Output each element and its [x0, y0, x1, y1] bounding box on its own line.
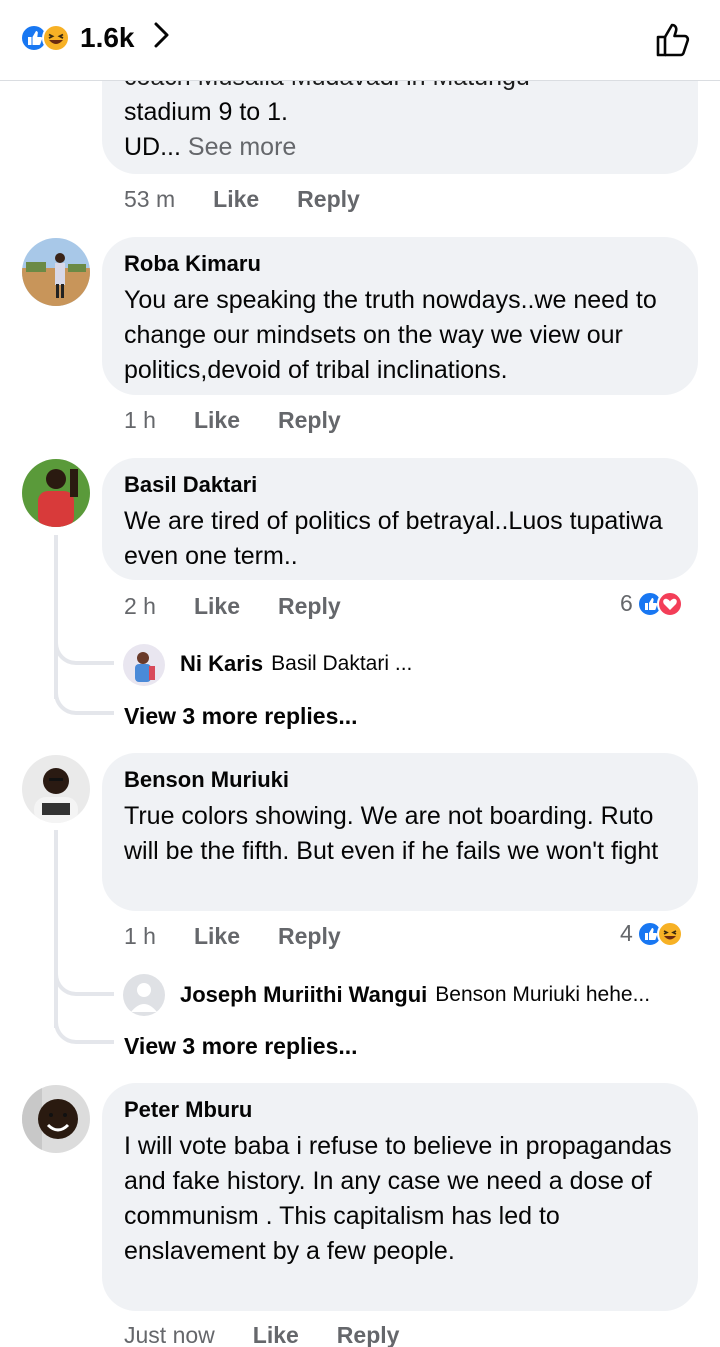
avatar[interactable]	[22, 1085, 90, 1153]
comment-actions: Just now Like Reply	[124, 1322, 399, 1347]
reaction-count[interactable]: 6	[620, 590, 683, 617]
reply-author[interactable]: Ni Karis	[180, 651, 263, 677]
like-button[interactable]: Like	[213, 186, 259, 213]
reaction-count-value: 4	[620, 920, 633, 946]
haha-icon	[656, 920, 683, 947]
thread-line	[54, 535, 58, 699]
comment-bubble: Benson Muriuki True colors showing. We a…	[102, 753, 698, 911]
reaction-total: 1.6k	[80, 22, 135, 53]
like-button[interactable]: Like	[194, 923, 240, 950]
truncated-text: UD...	[124, 133, 181, 161]
reply-preview[interactable]: Joseph Muriithi Wangui Benson Muriuki he…	[180, 982, 650, 1008]
reply-button[interactable]: Reply	[297, 186, 360, 213]
like-button[interactable]: Like	[194, 407, 240, 434]
comments-list: coach Musalia Mudavadi in Matungu stadiu…	[0, 0, 720, 1347]
reply-button[interactable]: Reply	[337, 1322, 400, 1347]
reply-author[interactable]: Joseph Muriithi Wangui	[180, 982, 427, 1008]
comment-author[interactable]: Benson Muriuki	[124, 767, 676, 793]
comment-time: Just now	[124, 1322, 215, 1347]
comment-text: I will vote baba i refuse to believe in …	[124, 1132, 672, 1265]
chevron-right-icon[interactable]	[153, 21, 171, 55]
comment-author[interactable]: Roba Kimaru	[124, 251, 676, 277]
thread-branch	[54, 643, 114, 665]
comment-time: 53 m	[124, 186, 176, 212]
reply-preview[interactable]: Ni Karis Basil Daktari ...	[180, 651, 412, 677]
comment-actions: 1 h Like Reply	[124, 407, 341, 434]
see-more-link[interactable]: See more	[188, 133, 296, 161]
reply-button[interactable]: Reply	[278, 407, 341, 434]
comment-bubble: Basil Daktari We are tired of politics o…	[102, 458, 698, 580]
thread-branch	[54, 974, 114, 996]
comment-bubble: Peter Mburu I will vote baba i refuse to…	[102, 1083, 698, 1311]
avatar[interactable]	[22, 238, 90, 306]
comment-time: 1 h	[124, 407, 156, 433]
reply-text: Basil Daktari ...	[271, 652, 413, 675]
view-more-replies-link[interactable]: View 3 more replies...	[124, 703, 358, 730]
comment-text: True colors showing. We are not boarding…	[124, 802, 659, 865]
thumbs-up-icon[interactable]	[654, 20, 694, 60]
like-button[interactable]: Like	[253, 1322, 299, 1347]
comment-actions: 2 h Like Reply	[124, 593, 341, 620]
reactions-header: 1.6k	[0, 0, 720, 81]
reaction-count-value: 6	[620, 590, 633, 616]
reply-button[interactable]: Reply	[278, 593, 341, 620]
reply-text: Benson Muriuki hehe...	[435, 983, 651, 1006]
avatar[interactable]	[22, 755, 90, 823]
comment-actions: 1 h Like Reply	[124, 923, 341, 950]
comment-author[interactable]: Peter Mburu	[124, 1097, 676, 1123]
thread-branch	[54, 1022, 114, 1044]
love-icon	[656, 590, 683, 617]
reaction-count[interactable]: 4	[620, 920, 683, 947]
view-more-replies-link[interactable]: View 3 more replies...	[124, 1033, 358, 1060]
comment-time: 1 h	[124, 923, 156, 949]
avatar[interactable]	[123, 974, 165, 1016]
avatar[interactable]	[22, 459, 90, 527]
comment-author[interactable]: Basil Daktari	[124, 472, 676, 498]
comment-text-line: stadium 9 to 1.	[124, 98, 288, 126]
avatar[interactable]	[123, 644, 165, 686]
comment-actions: 53 m Like Reply	[124, 186, 360, 213]
like-button[interactable]: Like	[194, 593, 240, 620]
thread-branch	[54, 693, 114, 715]
reaction-summary[interactable]: 1.6k	[20, 20, 171, 56]
comment-bubble: Roba Kimaru You are speaking the truth n…	[102, 237, 698, 395]
comment-time: 2 h	[124, 593, 156, 619]
reply-button[interactable]: Reply	[278, 923, 341, 950]
thread-line	[54, 830, 58, 1028]
comment-text: You are speaking the truth nowdays..we n…	[124, 286, 657, 384]
haha-icon	[42, 24, 70, 52]
comment-text: We are tired of politics of betrayal..Lu…	[124, 507, 663, 570]
